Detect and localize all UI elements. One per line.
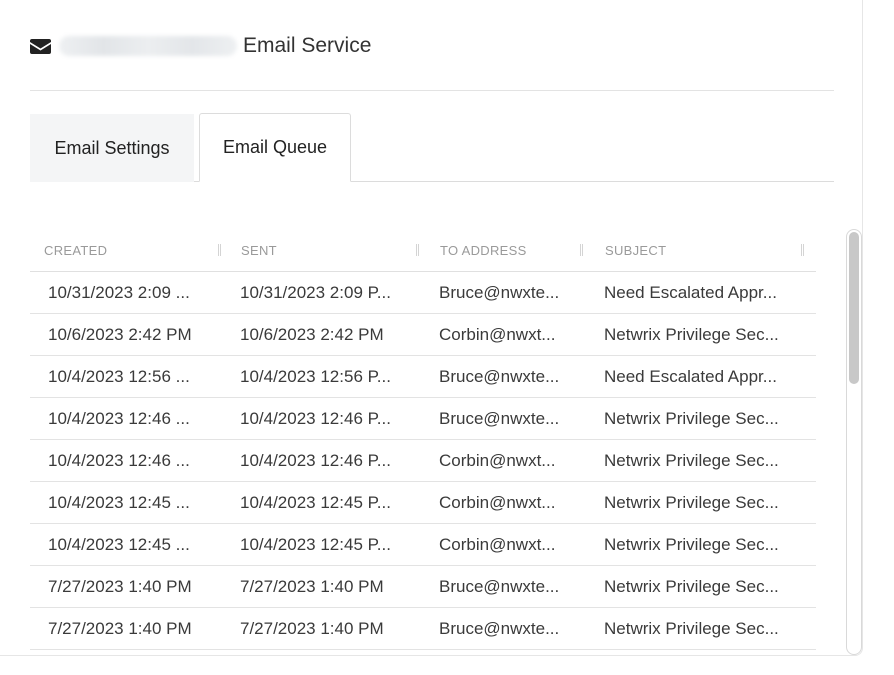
vertical-scrollbar[interactable] xyxy=(846,229,862,655)
table-row[interactable]: 10/4/2023 12:46 ... 10/4/2023 12:46 P...… xyxy=(30,398,816,440)
cell-to-address: Corbin@nwxt... xyxy=(439,535,556,554)
cell-sent: 10/4/2023 12:56 P... xyxy=(240,367,391,386)
scrollbar-thumb[interactable] xyxy=(849,232,859,384)
cell-subject: Netwrix Privilege Sec... xyxy=(604,619,779,638)
column-resize-handle[interactable] xyxy=(218,244,221,256)
cell-sent: 7/27/2023 1:40 PM xyxy=(240,577,384,596)
cell-sent: 10/31/2023 2:09 P... xyxy=(240,283,391,302)
cell-to-address: Bruce@nwxte... xyxy=(439,367,560,386)
table-row[interactable]: 10/4/2023 12:46 ... 10/4/2023 12:46 P...… xyxy=(30,440,816,482)
table-header: CREATED SENT TO ADDRESS SUBJECT xyxy=(30,230,816,272)
cell-sent: 10/4/2023 12:45 P... xyxy=(240,535,391,554)
cell-sent: 10/6/2023 2:42 PM xyxy=(240,325,384,344)
page-title: Email Service xyxy=(243,34,372,57)
cell-created: 10/4/2023 12:45 ... xyxy=(48,493,190,512)
cell-created: 10/6/2023 2:42 PM xyxy=(48,325,192,344)
redacted-server-name xyxy=(59,36,237,56)
cell-created: 10/4/2023 12:46 ... xyxy=(48,409,190,428)
cell-created: 10/4/2023 12:46 ... xyxy=(48,451,190,470)
tab-email-queue[interactable]: Email Queue xyxy=(199,113,351,182)
cell-to-address: Bruce@nwxte... xyxy=(439,577,560,596)
cell-subject: Netwrix Privilege Sec... xyxy=(604,577,779,596)
cell-subject: Netwrix Privilege Sec... xyxy=(604,493,779,512)
table-row[interactable]: 10/4/2023 12:45 ... 10/4/2023 12:45 P...… xyxy=(30,482,816,524)
table-row[interactable]: 10/4/2023 12:56 ... 10/4/2023 12:56 P...… xyxy=(30,356,816,398)
column-header-created[interactable]: CREATED xyxy=(44,230,107,271)
cell-created: 7/27/2023 1:40 PM xyxy=(48,577,192,596)
cell-subject: Netwrix Privilege Sec... xyxy=(604,325,779,344)
column-header-sent[interactable]: SENT xyxy=(241,230,277,271)
cell-subject: Netwrix Privilege Sec... xyxy=(604,409,779,428)
cell-subject: Netwrix Privilege Sec... xyxy=(604,451,779,470)
email-queue-table: CREATED SENT TO ADDRESS SUBJECT 10/31/20… xyxy=(30,230,816,650)
cell-to-address: Corbin@nwxt... xyxy=(439,325,556,344)
cell-sent: 10/4/2023 12:46 P... xyxy=(240,451,391,470)
cell-created: 7/27/2023 1:40 PM xyxy=(48,619,192,638)
tab-email-settings[interactable]: Email Settings xyxy=(30,114,194,182)
tab-bar: Email Settings Email Queue xyxy=(30,113,834,182)
cell-created: 10/4/2023 12:45 ... xyxy=(48,535,190,554)
cell-created: 10/31/2023 2:09 ... xyxy=(48,283,190,302)
header-divider xyxy=(30,90,834,91)
cell-sent: 10/4/2023 12:45 P... xyxy=(240,493,391,512)
column-header-subject[interactable]: SUBJECT xyxy=(605,230,666,271)
cell-sent: 10/4/2023 12:46 P... xyxy=(240,409,391,428)
cell-created: 10/4/2023 12:56 ... xyxy=(48,367,190,386)
cell-sent: 7/27/2023 1:40 PM xyxy=(240,619,384,638)
cell-to-address: Bruce@nwxte... xyxy=(439,619,560,638)
table-row[interactable]: 10/31/2023 2:09 ... 10/31/2023 2:09 P...… xyxy=(30,272,816,314)
cell-subject: Netwrix Privilege Sec... xyxy=(604,535,779,554)
table-row[interactable]: 10/6/2023 2:42 PM 10/6/2023 2:42 PM Corb… xyxy=(30,314,816,356)
column-header-to-address[interactable]: TO ADDRESS xyxy=(440,230,527,271)
cell-to-address: Bruce@nwxte... xyxy=(439,409,560,428)
cell-subject: Need Escalated Appr... xyxy=(604,367,777,386)
cell-to-address: Corbin@nwxt... xyxy=(439,493,556,512)
table-row[interactable]: 7/27/2023 1:40 PM 7/27/2023 1:40 PM Bruc… xyxy=(30,566,816,608)
cell-subject: Need Escalated Appr... xyxy=(604,283,777,302)
column-resize-handle[interactable] xyxy=(416,244,419,256)
table-row[interactable]: 10/4/2023 12:45 ... 10/4/2023 12:45 P...… xyxy=(30,524,816,566)
column-resize-handle[interactable] xyxy=(580,244,583,256)
table-row[interactable]: 7/27/2023 1:40 PM 7/27/2023 1:40 PM Bruc… xyxy=(30,608,816,650)
column-resize-handle[interactable] xyxy=(801,244,804,256)
email-service-panel: Email Service Email Settings Email Queue… xyxy=(0,0,863,656)
envelope-icon xyxy=(30,38,51,54)
cell-to-address: Corbin@nwxt... xyxy=(439,451,556,470)
page-header: Email Service xyxy=(30,28,834,64)
cell-to-address: Bruce@nwxte... xyxy=(439,283,560,302)
